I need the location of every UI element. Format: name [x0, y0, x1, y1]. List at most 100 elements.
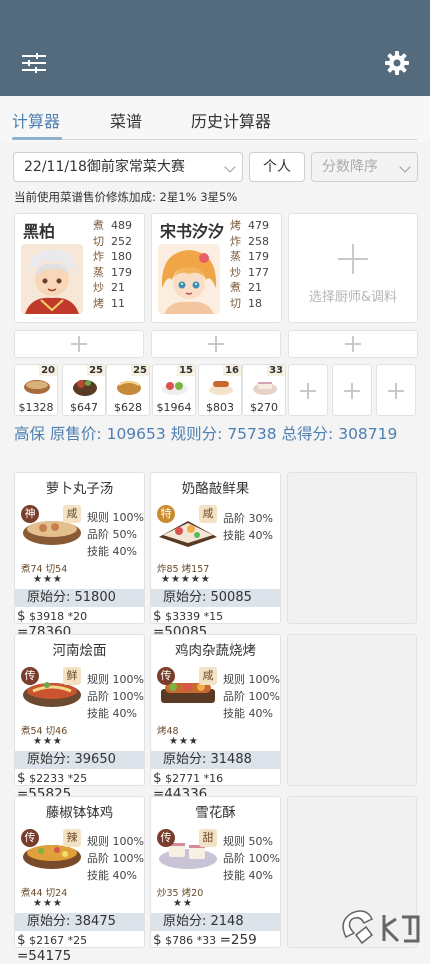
rate-line: 规则 100% — [223, 673, 280, 686]
pot-icon — [73, 380, 97, 396]
dish-total-value: =54175 — [17, 948, 72, 964]
gear-icon[interactable] — [384, 50, 410, 76]
rank-badge: 传 — [157, 667, 175, 685]
sort-select-value: 分数降序 — [322, 159, 378, 175]
contest-select[interactable]: 22/11/18御前家常菜大赛 — [13, 152, 243, 182]
item-slot[interactable]: 25 $628 — [106, 364, 150, 416]
dish-total: $ $786 *33 =259 — [153, 932, 257, 948]
tab-recipes[interactable]: 菜谱 — [110, 108, 142, 132]
chef-avatar — [158, 244, 220, 314]
skill-value: 179 — [248, 250, 269, 264]
skill-name: 炒 — [93, 281, 104, 295]
dish-total-value: =259 — [219, 932, 257, 948]
dish-skills: 炸85 烤157 — [157, 561, 209, 575]
soup-icon — [24, 380, 50, 394]
item-slot[interactable]: 33 $270 — [242, 364, 286, 416]
skill-name: 炸 — [93, 250, 104, 264]
skill-value: 18 — [248, 296, 262, 310]
empty-dish-slot[interactable] — [287, 472, 417, 624]
person-button-label: 个人 — [263, 159, 291, 175]
dish-rates: 规则 100% 品阶 50% 技能 40% — [87, 509, 144, 560]
raw-score: 原始分: 50085 — [151, 589, 280, 607]
dish-name: 河南烩面 — [52, 643, 107, 659]
tab-history-calculator[interactable]: 历史计算器 — [191, 108, 271, 132]
rank-badge: 传 — [21, 829, 39, 847]
price-multiplier: $2771 *16 — [165, 772, 224, 785]
chef-skill-list: 煮 489 切 252 炸 180 蒸 179 炒 21 烤 11 — [93, 218, 132, 312]
dish-name: 雪花酥 — [195, 805, 236, 821]
chef-skill-list: 烤 479 炸 258 蒸 179 炒 177 煮 21 切 18 — [230, 218, 269, 312]
rate-line: 规则 50% — [223, 835, 273, 848]
rate-line: 规则 100% — [87, 673, 144, 686]
item-slot[interactable]: 15 $1964 — [152, 364, 196, 416]
skill-value: 252 — [111, 234, 132, 248]
dish-card[interactable]: 藤椒钵钵鸡 传 辣 规则 100% 品阶 100% 技能 40% 煮44 切24… — [14, 796, 145, 964]
dish-skills: 煮44 切24 — [21, 885, 67, 899]
dish-card[interactable]: 奶酪敲鲜果 特 咸 品阶 30% 技能 40% 炸85 烤157 ★★★★★ 原… — [150, 472, 281, 640]
chef-card-1[interactable]: 黑柏 煮 489 切 252 炸 180 蒸 179 炒 21 烤 11 — [14, 213, 145, 323]
skill-name: 烤 — [230, 219, 241, 232]
skill-name: 煮 — [21, 726, 31, 737]
dish-card[interactable]: 鸡肉杂蔬烧烤 传 咸 规则 100% 品阶 100% 技能 40% 烤48 ★★… — [150, 634, 281, 802]
skill-value: 177 — [248, 265, 269, 279]
plus-icon — [71, 336, 87, 352]
rate-line: 技能 40% — [87, 545, 137, 558]
item-slot[interactable]: 16 $803 — [198, 364, 242, 416]
choose-chef-card[interactable]: 选择厨师&调料 — [288, 213, 418, 323]
tab-calculator[interactable]: 计算器 — [12, 108, 60, 132]
star-rating: ★★★ — [33, 898, 63, 909]
skill-name: 煮 — [21, 564, 31, 575]
skill-name: 炒 — [230, 265, 241, 279]
tab-divider — [12, 139, 418, 140]
star-rating: ★★ — [173, 898, 193, 909]
star-rating: ★★★ — [33, 574, 63, 585]
dish-card[interactable]: 萝卜丸子汤 神 咸 规则 100% 品阶 50% 技能 40% 煮74 切54 … — [14, 472, 145, 640]
dish-rates: 品阶 30% 技能 40% — [223, 510, 273, 544]
skill-name: 烤 — [93, 296, 104, 310]
empty-item-slot[interactable] — [332, 364, 372, 416]
price-multiplier: $2233 *25 — [29, 772, 88, 785]
price-bonus-note: 当前使用菜谱售价修炼加成: 2星1% 3星5% — [14, 190, 238, 204]
rate-line: 技能 40% — [87, 869, 137, 882]
skill-value: 20 — [191, 888, 204, 899]
skill-name: 蒸 — [230, 250, 241, 264]
item-price: $628 — [114, 401, 142, 414]
equip-slot-2[interactable] — [151, 330, 281, 358]
skill-name: 切 — [230, 296, 241, 310]
skill-name: 煮 — [230, 281, 241, 295]
person-button[interactable]: 个人 — [249, 152, 305, 182]
equip-slot-1[interactable] — [14, 330, 144, 358]
taste-badge: 甜 — [199, 829, 217, 847]
item-price: $1328 — [18, 401, 54, 414]
dish-skills: 烤48 — [157, 723, 179, 737]
equip-slot-3[interactable] — [288, 330, 418, 358]
empty-item-slot[interactable] — [376, 364, 416, 416]
sort-select[interactable]: 分数降序 — [311, 152, 418, 182]
chef-card-2[interactable]: 宋书汐汐 烤 479 炸 258 蒸 179 炒 177 煮 21 切 18 — [151, 213, 282, 323]
plus-icon — [344, 383, 360, 399]
chevron-down-icon — [224, 161, 236, 173]
chevron-down-icon — [399, 161, 411, 173]
noodle-icon — [117, 381, 141, 395]
item-slot[interactable]: 25 $647 — [62, 364, 106, 416]
plus-icon — [388, 383, 404, 399]
skill-value: 479 — [248, 219, 269, 232]
item-slot[interactable]: 20 $1328 — [14, 364, 58, 416]
dish-card[interactable]: 雪花酥 传 甜 规则 50% 品阶 100% 技能 40% 炒35 烤20 ★★… — [150, 796, 281, 948]
app-header — [0, 0, 430, 96]
rank-badge: 传 — [157, 829, 175, 847]
skill-value: 179 — [111, 265, 132, 279]
dish-card[interactable]: 河南烩面 传 鲜 规则 100% 品阶 100% 技能 40% 煮54 切46 … — [14, 634, 145, 802]
price-multiplier: $2167 *25 — [29, 934, 88, 947]
raw-score: 原始分: 39650 — [15, 751, 144, 769]
skill-value: 21 — [111, 281, 125, 295]
skill-value: 21 — [248, 281, 262, 295]
empty-item-slot[interactable] — [288, 364, 328, 416]
filter-menu-icon[interactable] — [22, 52, 46, 74]
empty-dish-slot[interactable] — [287, 634, 417, 786]
star-rating: ★★★ — [33, 736, 63, 747]
rate-line: 品阶 100% — [223, 852, 280, 865]
skill-name: 煮 — [21, 888, 31, 899]
taste-badge: 鲜 — [63, 667, 81, 685]
item-price: $647 — [70, 401, 98, 414]
